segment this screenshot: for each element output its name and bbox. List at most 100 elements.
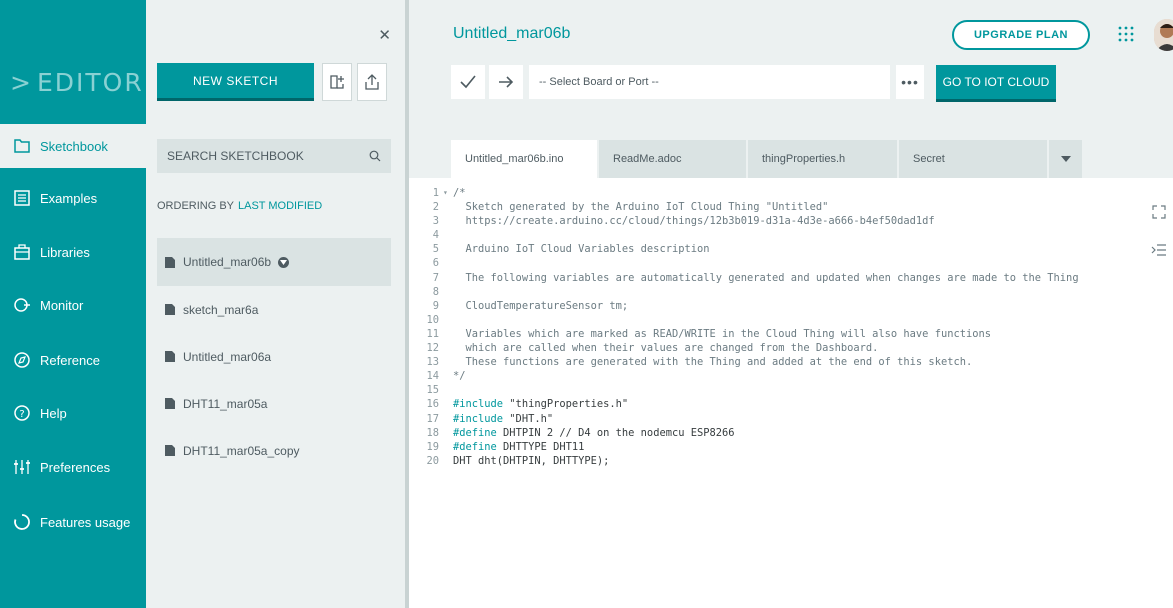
sketch-item[interactable]: Untitled_mar06b	[157, 238, 391, 286]
fold-gutter	[443, 313, 453, 327]
line-text: Arduino IoT Cloud Variables description	[453, 243, 710, 256]
file-icon	[165, 256, 175, 268]
search-input[interactable]	[167, 149, 357, 163]
avatar[interactable]	[1154, 19, 1173, 51]
code-line: 8	[409, 285, 1079, 299]
code-line: 13 These functions are generated with th…	[409, 355, 1079, 369]
close-icon[interactable]: ✕	[378, 26, 391, 44]
sketch-title[interactable]: Untitled_mar06b	[453, 25, 570, 43]
compass-icon	[13, 351, 31, 369]
nav-item-reference[interactable]: Reference	[0, 338, 146, 382]
fold-icon[interactable]: ▾	[443, 186, 453, 200]
nav-item-label: Examples	[40, 190, 98, 206]
new-folder-button[interactable]	[322, 63, 352, 101]
board-port-select[interactable]: -- Select Board or Port --	[529, 65, 890, 99]
fold-gutter	[443, 426, 453, 440]
line-number: 19	[426, 440, 439, 453]
line-text: #include "DHT.h"	[453, 412, 554, 425]
indent-icon[interactable]	[1151, 242, 1167, 258]
sketch-options-icon[interactable]	[278, 256, 290, 268]
nav-item-help[interactable]: ? Help	[0, 391, 146, 435]
tab-thingproperties[interactable]: thingProperties.h	[748, 140, 897, 178]
fullscreen-icon[interactable]	[1151, 204, 1167, 220]
nav-item-label: Reference	[40, 352, 100, 368]
left-nav: > EDITOR Sketchbook Examples Libraries Mo…	[0, 0, 152, 608]
search-icon[interactable]	[369, 150, 381, 162]
fold-gutter	[443, 355, 453, 369]
ordering-value-link[interactable]: LAST MODIFIED	[238, 200, 322, 212]
tabs-dropdown-button[interactable]	[1049, 140, 1082, 178]
main-area: Untitled_mar06b UPGRADE PLAN -- Select B…	[409, 0, 1173, 608]
line-number: 15	[426, 384, 439, 397]
tab-readme[interactable]: ReadMe.adoc	[599, 140, 746, 178]
sketch-item[interactable]: DHT11_mar05a	[157, 380, 391, 427]
nav-item-features-usage[interactable]: Features usage	[0, 500, 146, 544]
verify-button[interactable]	[451, 65, 485, 99]
line-number: 10	[426, 313, 439, 326]
code-line: 7 The following variables are automatica…	[409, 271, 1079, 285]
svg-text:?: ?	[19, 409, 24, 420]
line-text: #define DHTPIN 2 // D4 on the nodemcu ES…	[453, 426, 735, 439]
search-sketchbook[interactable]	[157, 139, 391, 173]
apps-grid-icon[interactable]	[1116, 24, 1136, 44]
line-number: 2	[432, 201, 439, 214]
line-text: /*	[453, 187, 466, 199]
sketch-list: Untitled_mar06b sketch_mar6a Untitled_ma…	[157, 238, 391, 474]
nav-item-sketchbook[interactable]: Sketchbook	[0, 124, 152, 168]
code-line: 3 https://create.arduino.cc/cloud/things…	[409, 214, 1079, 228]
sketchbook-panel: ✕ NEW SKETCH ORDERING BYLAST MODIFIED Un…	[146, 0, 405, 608]
sketch-name: Untitled_mar06a	[183, 349, 272, 364]
fold-gutter	[443, 256, 453, 270]
code-line: 17 #include "DHT.h"	[409, 412, 1079, 426]
folder-icon	[13, 137, 31, 155]
line-text: Variables which are marked as READ/WRITE…	[453, 327, 992, 340]
nav-item-monitor[interactable]: Monitor	[0, 283, 146, 327]
tab-untitled-ino[interactable]: Untitled_mar06b.ino	[451, 140, 597, 178]
line-number: 13	[426, 356, 439, 369]
fold-gutter	[443, 440, 453, 454]
file-icon	[165, 351, 175, 362]
line-number: 5	[432, 243, 439, 256]
caret-down-icon	[1060, 156, 1071, 162]
nav-item-label: Features usage	[40, 514, 131, 530]
help-icon: ?	[13, 404, 31, 422]
go-to-iot-cloud-button[interactable]: GO TO IOT CLOUD	[936, 65, 1056, 102]
line-text: #include "thingProperties.h"	[453, 398, 629, 411]
list-icon	[13, 189, 31, 207]
line-number: 1	[432, 187, 439, 199]
more-options-button[interactable]: •••	[896, 65, 924, 99]
upgrade-plan-button[interactable]: UPGRADE PLAN	[952, 20, 1090, 50]
code-line: 1 ▾/*	[409, 186, 1079, 200]
fold-gutter	[443, 214, 453, 228]
fold-gutter	[443, 242, 453, 256]
nav-item-label: Libraries	[40, 244, 90, 260]
code-line: 6	[409, 256, 1079, 270]
sketch-item[interactable]: DHT11_mar05a_copy	[157, 427, 391, 474]
line-text: #define DHTTYPE DHT11	[453, 440, 585, 453]
line-text: which are called when their values are c…	[453, 342, 879, 355]
line-number: 6	[432, 257, 439, 270]
new-folder-icon	[330, 75, 344, 89]
sketch-item[interactable]: Untitled_mar06a	[157, 333, 391, 380]
code-line: 20 DHT dht(DHTPIN, DHTTYPE);	[409, 454, 1079, 468]
sketch-item[interactable]: sketch_mar6a	[157, 286, 391, 333]
code-editor[interactable]: 1 ▾/* 2 Sketch generated by the Arduino Io…	[409, 178, 1173, 608]
line-number: 4	[432, 229, 439, 242]
tab-secret[interactable]: Secret	[899, 140, 1047, 178]
nav-item-examples[interactable]: Examples	[0, 176, 146, 220]
fold-gutter	[443, 271, 453, 285]
file-icon	[165, 398, 175, 409]
code-line: 11 Variables which are marked as READ/WR…	[409, 327, 1079, 341]
upload-button[interactable]	[357, 63, 387, 101]
new-sketch-button[interactable]: NEW SKETCH	[157, 63, 314, 101]
nav-item-preferences[interactable]: Preferences	[0, 445, 146, 489]
line-text: These functions are generated with the T…	[453, 356, 973, 369]
sketch-name: DHT11_mar05a	[183, 396, 268, 411]
nav-item-label: Preferences	[40, 459, 111, 475]
code-line: 16 #include "thingProperties.h"	[409, 397, 1079, 411]
nav-item-libraries[interactable]: Libraries	[0, 230, 146, 274]
code-line: 9 CloudTemperatureSensor tm;	[409, 299, 1079, 313]
nav-item-label: Monitor	[40, 297, 84, 313]
upload-sketch-button[interactable]	[489, 65, 523, 99]
line-text: CloudTemperatureSensor tm;	[453, 299, 629, 312]
